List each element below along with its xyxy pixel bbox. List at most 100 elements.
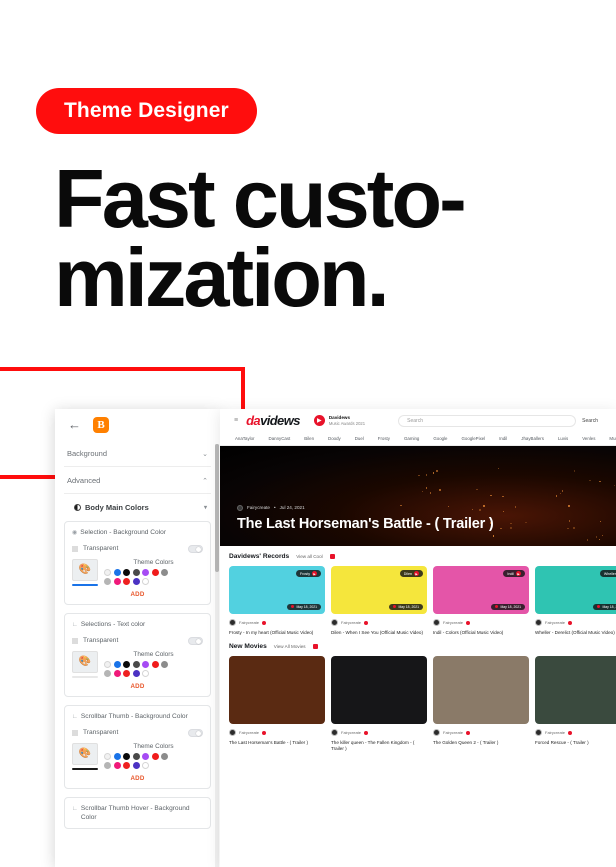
card-title[interactable]: Frosty - In my heart (Official Music Vid… [229, 630, 325, 637]
color-swatch[interactable] [142, 670, 149, 677]
video-card[interactable]: Frosty ▶ May 18, 2021 Fairycreate Frosty - I… [229, 566, 325, 636]
color-swatch[interactable] [123, 661, 130, 668]
color-swatch[interactable] [104, 578, 111, 585]
color-swatch[interactable] [142, 578, 149, 585]
section-view-all-link[interactable]: View all Cool [296, 554, 322, 559]
nav-item[interactable]: Bilen [297, 436, 321, 441]
color-swatch[interactable] [123, 569, 130, 576]
color-swatch[interactable] [133, 762, 140, 769]
video-card[interactable]: Indil ▶ May 18, 2021 Fairycreate Indil - Col… [433, 566, 529, 636]
color-swatch[interactable] [133, 661, 140, 668]
transparent-toggle[interactable] [188, 637, 203, 645]
color-swatch[interactable] [104, 569, 111, 576]
color-swatch[interactable] [114, 578, 121, 585]
card-title[interactable]: Indil - Colors (Official Music Video) [433, 630, 529, 637]
color-swatch[interactable] [133, 670, 140, 677]
video-card[interactable]: Fairycreate The Last Horseman's Battle - … [229, 656, 325, 753]
card-title[interactable]: The Last Horseman's Battle - ( Trailer ) [229, 740, 325, 747]
transparent-toggle-row[interactable]: Transparent [72, 729, 203, 737]
card-thumbnail[interactable]: Dilen ▶ May 18, 2021 [331, 566, 427, 614]
transparent-toggle-row[interactable]: Transparent [72, 545, 203, 553]
video-card[interactable]: Fairycreate The Golden Queen 2 - ( Traile… [433, 656, 529, 753]
nav-item[interactable]: JhayBallers [514, 436, 551, 441]
video-card[interactable]: Fairycreate The killer queen - The Fallen… [331, 656, 427, 753]
nav-item[interactable]: Music [602, 436, 616, 441]
color-swatch[interactable] [114, 670, 121, 677]
card-thumbnail[interactable] [331, 656, 427, 724]
color-swatch[interactable] [152, 661, 159, 668]
sidebar-row-background[interactable]: Background ⌄ [64, 440, 211, 467]
color-swatch[interactable] [133, 753, 140, 760]
channel-badge[interactable]: ▶ Davidews Music Awards 2021 [314, 415, 365, 426]
card-user[interactable]: Fairycreate [239, 730, 259, 735]
nav-item[interactable]: Venles [575, 436, 602, 441]
color-swatch[interactable] [152, 569, 159, 576]
color-swatch[interactable] [104, 762, 111, 769]
search-button[interactable]: Search [582, 418, 602, 424]
nav-item[interactable]: Google [426, 436, 454, 441]
hamburger-icon[interactable]: ≡ [234, 417, 238, 424]
sidebar-row-advanced[interactable]: Advanced ⌃ [64, 467, 211, 494]
card-user[interactable]: Fairycreate [443, 620, 463, 625]
color-swatch[interactable] [123, 762, 130, 769]
color-swatch[interactable] [104, 670, 111, 677]
card-user[interactable]: Fairycreate [545, 620, 565, 625]
search-input[interactable]: Search [398, 415, 576, 427]
card-user[interactable]: Fairycreate [239, 620, 259, 625]
color-swatch[interactable] [142, 661, 149, 668]
color-swatch[interactable] [114, 762, 121, 769]
transparent-toggle-row[interactable]: Transparent [72, 637, 203, 645]
sidebar-scrollbar-thumb[interactable] [215, 444, 219, 572]
card-title[interactable]: Wheller - Derelict (Official Music Video… [535, 630, 616, 637]
color-swatch[interactable] [123, 578, 130, 585]
section-view-all-link[interactable]: View All Movies [274, 644, 306, 649]
transparent-toggle[interactable] [188, 729, 203, 737]
card-title[interactable]: Dilen - When I See You (Official Music V… [331, 630, 427, 637]
card-user[interactable]: Fairycreate [341, 620, 361, 625]
nav-item[interactable]: Duel [348, 436, 371, 441]
color-swatch[interactable] [142, 753, 149, 760]
card-thumbnail[interactable] [229, 656, 325, 724]
hero-video-banner[interactable]: Fairycreate • Jul 24, 2021 The Last Hors… [220, 446, 616, 546]
nav-item[interactable]: AnaTaylor [228, 436, 262, 441]
nav-item[interactable]: Frosty [371, 436, 397, 441]
color-swatch[interactable] [123, 753, 130, 760]
color-swatch[interactable] [133, 578, 140, 585]
card-thumbnail[interactable]: Frosty ▶ May 18, 2021 [229, 566, 325, 614]
card-user[interactable]: Fairycreate [443, 730, 463, 735]
nav-item[interactable]: Indil [492, 436, 514, 441]
nav-item[interactable]: DannyCast [262, 436, 298, 441]
card-user[interactable]: Fairycreate [545, 730, 565, 735]
color-swatch[interactable] [114, 661, 121, 668]
nav-item[interactable]: Luvis [551, 436, 575, 441]
color-swatch[interactable] [161, 661, 168, 668]
nav-item[interactable]: Doody [321, 436, 348, 441]
card-thumbnail[interactable] [433, 656, 529, 724]
card-title[interactable]: The killer queen - The Fallen Kingdom - … [331, 740, 427, 753]
palette-icon[interactable]: 🎨 [72, 651, 98, 673]
card-thumbnail[interactable]: Wheller▶ May 18, 2021 [535, 566, 616, 614]
color-swatch[interactable] [133, 569, 140, 576]
video-card[interactable]: Fairycreate Forced Rescue - ( Trailer ) [535, 656, 616, 753]
color-swatch[interactable] [152, 753, 159, 760]
transparent-toggle[interactable] [188, 545, 203, 553]
color-swatch[interactable] [114, 753, 121, 760]
color-swatch[interactable] [161, 569, 168, 576]
nav-item[interactable]: Gaming [397, 436, 426, 441]
palette-icon[interactable]: 🎨 [72, 743, 98, 765]
add-color-button[interactable]: ADD [72, 775, 203, 782]
add-color-button[interactable]: ADD [72, 683, 203, 690]
color-swatch[interactable] [123, 670, 130, 677]
palette-icon[interactable]: 🎨 [72, 559, 98, 581]
card-user[interactable]: Fairycreate [341, 730, 361, 735]
color-swatch[interactable] [114, 569, 121, 576]
card-thumbnail[interactable]: Indil ▶ May 18, 2021 [433, 566, 529, 614]
card-title[interactable]: The Golden Queen 2 - ( Trailer ) [433, 740, 529, 747]
color-swatch[interactable] [104, 753, 111, 760]
body-main-colors-selector[interactable]: Body Main Colors ▾ [64, 494, 211, 521]
add-color-button[interactable]: ADD [72, 591, 203, 598]
video-card[interactable]: Wheller▶ May 18, 2021 Fairycreate Wheller -… [535, 566, 616, 636]
card-thumbnail[interactable] [535, 656, 616, 724]
color-swatch[interactable] [161, 753, 168, 760]
color-swatch[interactable] [142, 569, 149, 576]
